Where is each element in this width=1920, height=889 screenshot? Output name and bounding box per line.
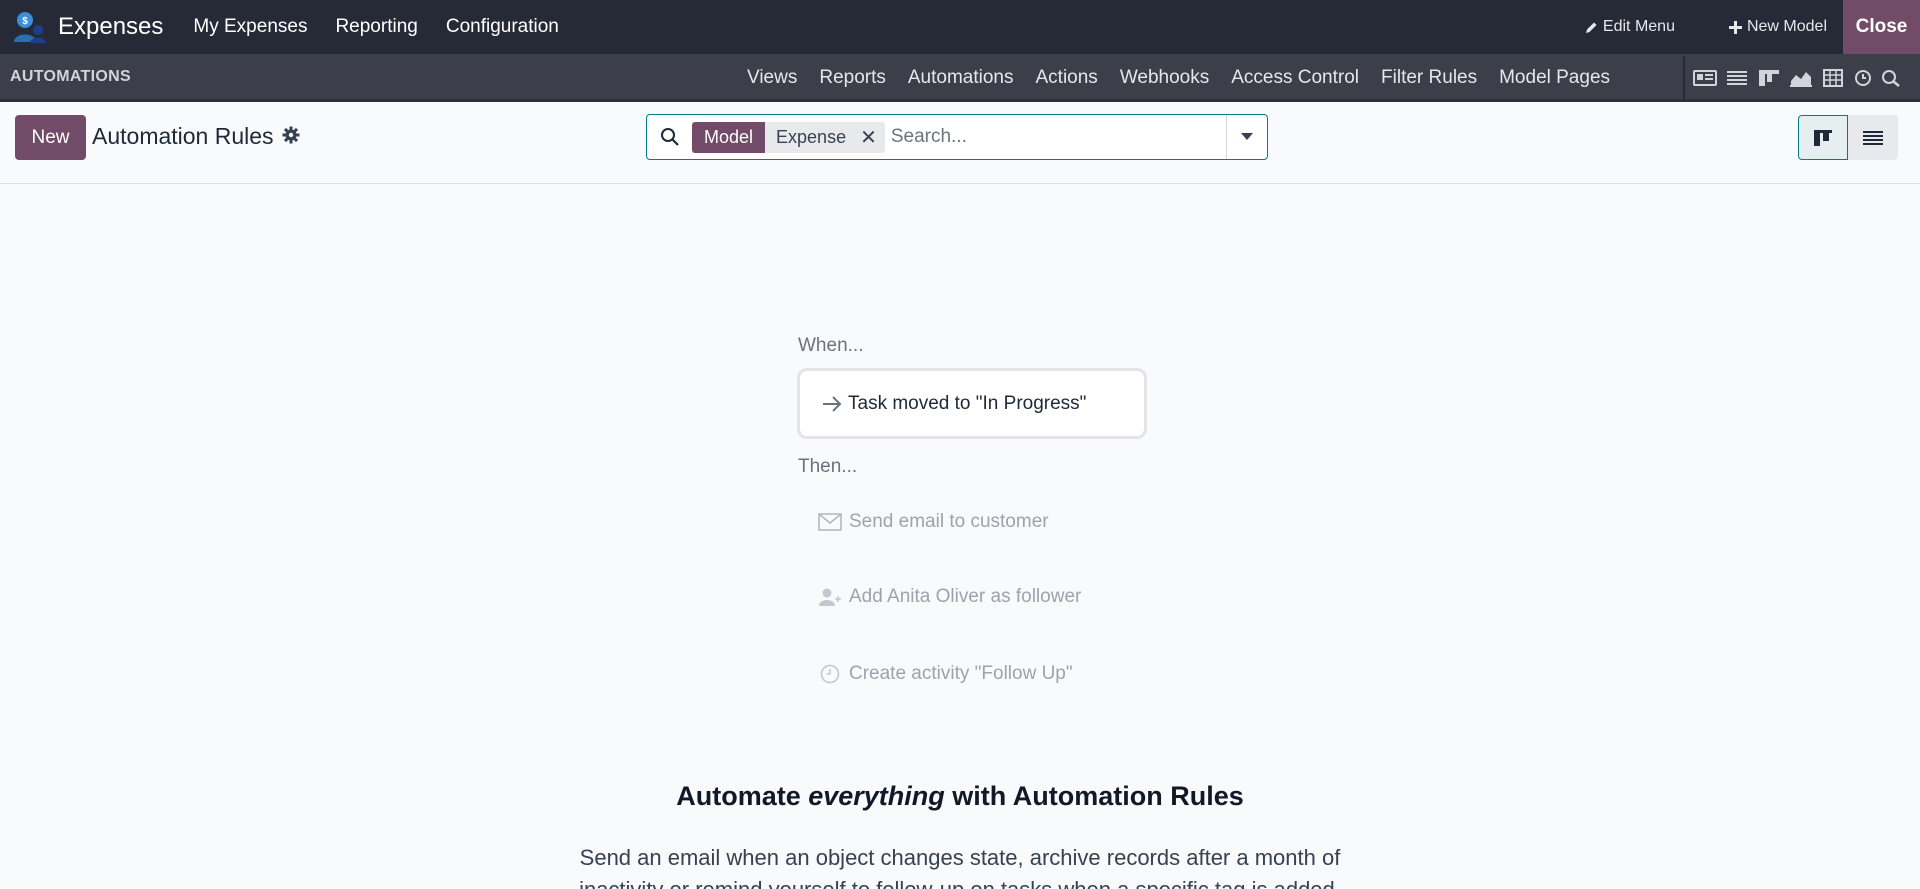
new-model-label: New Model (1746, 18, 1827, 35)
no-content-helper: When... Task moved to "In Progress" Then… (0, 185, 1920, 889)
main-menu: My Expenses Reporting Configuration (179, 16, 572, 38)
action-item-activity: Create activity "Follow Up" (818, 663, 1073, 685)
gear-icon[interactable] (282, 126, 300, 144)
then-label: Then... (798, 456, 858, 477)
action-label: Create activity "Follow Up" (849, 663, 1073, 684)
headline-pre: Automate (676, 781, 809, 811)
search-options-toggle[interactable] (1227, 133, 1267, 141)
caret-down-icon (1241, 133, 1253, 140)
studio-tabs: Views Reports Automations Actions Webhoo… (736, 54, 1621, 102)
navbar-right: Edit Menu New Model Close (1585, 0, 1920, 54)
subbar-divider (1683, 56, 1685, 100)
form-view-icon[interactable] (1693, 69, 1717, 87)
helper-headline: Automate everything with Automation Rule… (0, 781, 1920, 812)
tab-access-control[interactable]: Access Control (1220, 67, 1370, 89)
headline-post: with Automation Rules (944, 781, 1244, 811)
pivot-view-icon[interactable] (1821, 69, 1845, 87)
list-icon (1863, 130, 1883, 145)
top-navbar: $ Expenses My Expenses Reporting Configu… (0, 0, 1920, 54)
list-view-icon[interactable] (1725, 69, 1749, 87)
remove-facet-icon[interactable]: ✕ (860, 125, 877, 150)
arrow-right-icon (823, 395, 842, 412)
svg-text:$: $ (22, 16, 28, 27)
trigger-card: Task moved to "In Progress" (797, 368, 1147, 439)
close-studio-button[interactable]: Close (1843, 0, 1920, 54)
tab-views[interactable]: Views (736, 67, 808, 89)
search-view-icon[interactable] (1881, 69, 1901, 87)
control-panel: New Automation Rules Model Expense ✕ Sea… (0, 102, 1920, 184)
section-title: AUTOMATIONS (10, 67, 131, 85)
graph-view-icon[interactable] (1789, 69, 1813, 87)
menu-my-expenses[interactable]: My Expenses (179, 16, 321, 38)
new-model-link[interactable]: New Model (1728, 18, 1827, 36)
search-box: Model Expense ✕ Search... (646, 114, 1268, 160)
action-label: Send email to customer (849, 511, 1049, 532)
kanban-view-button[interactable] (1798, 115, 1848, 160)
clock-icon (818, 664, 842, 684)
when-label: When... (798, 335, 864, 356)
trigger-text: Task moved to "In Progress" (848, 392, 1087, 414)
action-label: Add Anita Oliver as follower (849, 586, 1082, 607)
facet-value-wrap: Expense ✕ (765, 121, 885, 153)
app-name[interactable]: Expenses (58, 13, 163, 41)
action-item-email: Send email to customer (818, 511, 1049, 533)
kanban-icon (1814, 129, 1832, 146)
facet-key: Model (692, 121, 766, 153)
studio-subbar: AUTOMATIONS Views Reports Automations Ac… (0, 54, 1920, 102)
headline-emphasis: everything (808, 781, 945, 811)
list-view-button[interactable] (1848, 115, 1898, 160)
tab-filter-rules[interactable]: Filter Rules (1370, 67, 1488, 89)
edit-menu-link[interactable]: Edit Menu (1585, 18, 1675, 36)
activity-view-icon[interactable] (1853, 69, 1873, 87)
menu-configuration[interactable]: Configuration (432, 16, 573, 38)
user-plus-icon (818, 587, 842, 607)
expenses-app-icon[interactable]: $ (12, 10, 46, 44)
search-input[interactable]: Search... (891, 126, 1226, 148)
search-facet-model: Model Expense ✕ (692, 121, 885, 153)
tab-model-pages[interactable]: Model Pages (1488, 67, 1621, 89)
tab-reports[interactable]: Reports (808, 67, 897, 89)
tab-actions[interactable]: Actions (1025, 67, 1109, 89)
menu-reporting[interactable]: Reporting (321, 16, 431, 38)
search-icon[interactable] (660, 127, 680, 147)
pencil-icon (1585, 22, 1597, 33)
envelope-icon (818, 513, 842, 531)
action-item-follower: Add Anita Oliver as follower (818, 586, 1081, 608)
tab-webhooks[interactable]: Webhooks (1109, 67, 1220, 89)
kanban-view-icon[interactable] (1757, 69, 1781, 87)
view-switcher (1798, 115, 1898, 160)
facet-value: Expense (776, 126, 847, 147)
new-button[interactable]: New (15, 115, 86, 160)
edit-menu-label: Edit Menu (1602, 18, 1675, 35)
helper-description: Send an email when an object changes sta… (579, 845, 1341, 889)
tab-automations[interactable]: Automations (897, 67, 1025, 89)
page-title: Automation Rules (92, 123, 274, 149)
plus-icon (1728, 20, 1742, 34)
view-type-icons (1693, 54, 1901, 102)
